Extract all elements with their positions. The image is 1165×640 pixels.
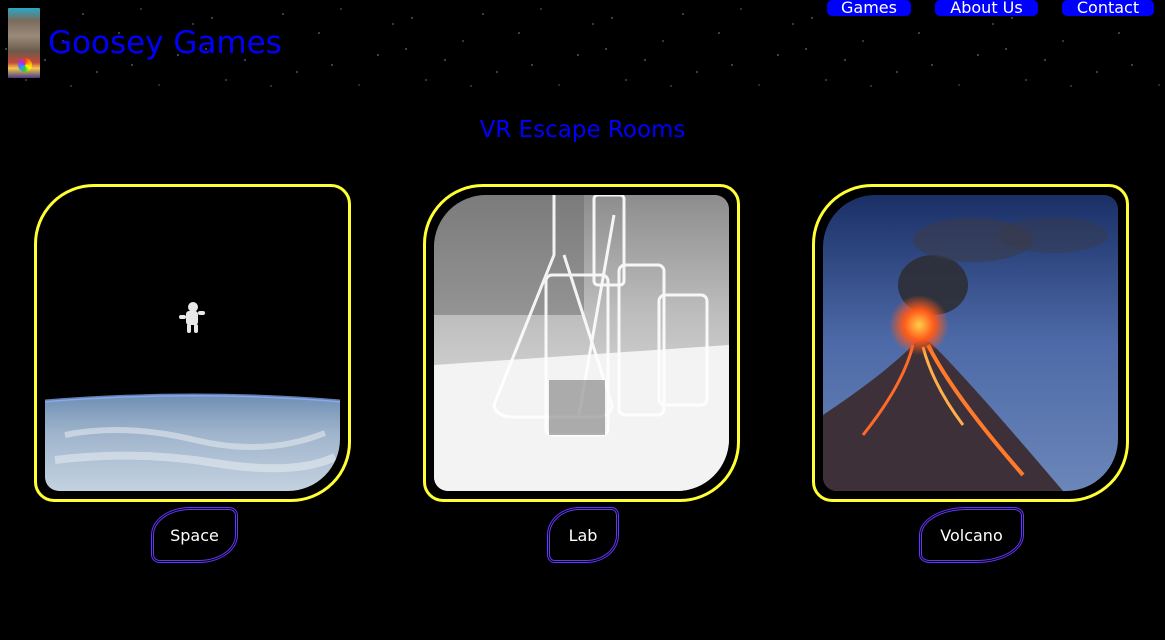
lab-image <box>434 195 729 491</box>
room-label-volcano[interactable]: Volcano <box>919 507 1024 563</box>
room-label-lab[interactable]: Lab <box>547 507 619 563</box>
nav-games[interactable]: Games <box>827 0 911 16</box>
astronaut-earth-illustration <box>45 195 340 491</box>
nav-about-us[interactable]: About Us <box>935 0 1038 16</box>
site-logo[interactable] <box>8 8 40 78</box>
site-brand[interactable]: Goosey Games <box>48 24 282 62</box>
space-image <box>45 195 340 491</box>
room-label-space[interactable]: Space <box>151 507 238 563</box>
page-title: VR Escape Rooms <box>479 117 686 143</box>
room-card-space[interactable] <box>34 184 351 502</box>
volcano-image <box>823 195 1118 491</box>
site-header: Goosey Games Games About Us Contact <box>0 0 1165 88</box>
volcano-illustration <box>823 195 1118 491</box>
nav-contact[interactable]: Contact <box>1062 0 1154 16</box>
lab-beakers-illustration <box>434 195 729 491</box>
room-card-volcano[interactable] <box>812 184 1129 502</box>
room-card-lab[interactable] <box>423 184 740 502</box>
